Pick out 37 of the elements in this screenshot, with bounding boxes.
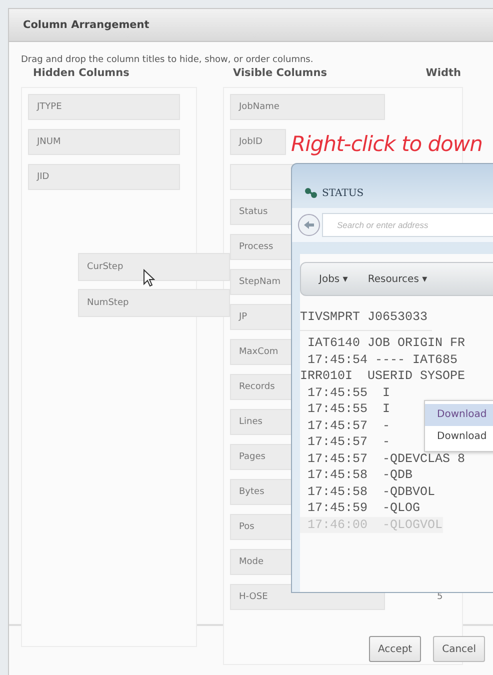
column-title-item[interactable]: JNUM xyxy=(28,129,180,155)
context-menu-item[interactable]: Download xyxy=(425,426,493,448)
column-heading: Hidden Columns xyxy=(32,67,130,81)
back-button[interactable] xyxy=(298,214,320,236)
menu-item[interactable]: Resources ▾ xyxy=(368,274,428,284)
width-heading: Width xyxy=(426,67,461,81)
dialog-button[interactable]: Cancel xyxy=(433,636,485,662)
column-title-item[interactable]: JobName xyxy=(230,94,385,120)
instructions-text: Drag and drop the column titles to hide, show, or order columns. xyxy=(21,54,314,67)
log-line: 17:45:55 I xyxy=(306,384,390,401)
callout-text: Right-click to down xyxy=(291,132,482,156)
link-icon xyxy=(304,187,318,199)
back-arrow-icon xyxy=(303,220,315,230)
menu-item[interactable]: Jobs ▾ xyxy=(319,274,348,284)
address-field[interactable]: Search or enter address xyxy=(322,213,493,237)
column-title-item[interactable]: JTYPE xyxy=(28,94,180,120)
log-line: 17:45:57 - xyxy=(306,434,390,450)
dragged-column-item[interactable]: CurStep xyxy=(78,253,230,281)
log-line: 17:45:59 -QLOG xyxy=(306,500,420,516)
log-line: 17:45:54 ---- IAT685 xyxy=(306,352,458,368)
column-title-item[interactable]: JID xyxy=(28,164,180,190)
log-header: TIVSMPRT J0653033 xyxy=(300,310,432,331)
dragged-column-item[interactable]: NumStep xyxy=(78,289,230,317)
column-heading: Visible Columns xyxy=(233,67,327,81)
log-line: IRR010I USERID SYSOPE xyxy=(300,368,466,384)
window-title: STATUS xyxy=(322,188,364,198)
mouse-pointer-icon xyxy=(143,269,155,287)
log-line: 17:45:57 -QDEVCLAS 8 xyxy=(306,450,466,467)
window-title: Column Arrangement xyxy=(23,19,150,31)
context-menu-item[interactable]: Download xyxy=(425,404,493,426)
log-line: IAT6140 JOB ORIGIN FR xyxy=(306,335,466,352)
log-line: 17:45:58 -QDBVOL xyxy=(306,484,436,500)
log-line: 17:45:55 I xyxy=(306,401,390,418)
log-line: 17:45:57 - xyxy=(306,418,390,434)
dialog-button[interactable]: Accept xyxy=(369,636,422,662)
column-title-item[interactable]: JobID xyxy=(230,129,286,155)
log-line: 17:45:58 -QDB xyxy=(306,467,413,484)
